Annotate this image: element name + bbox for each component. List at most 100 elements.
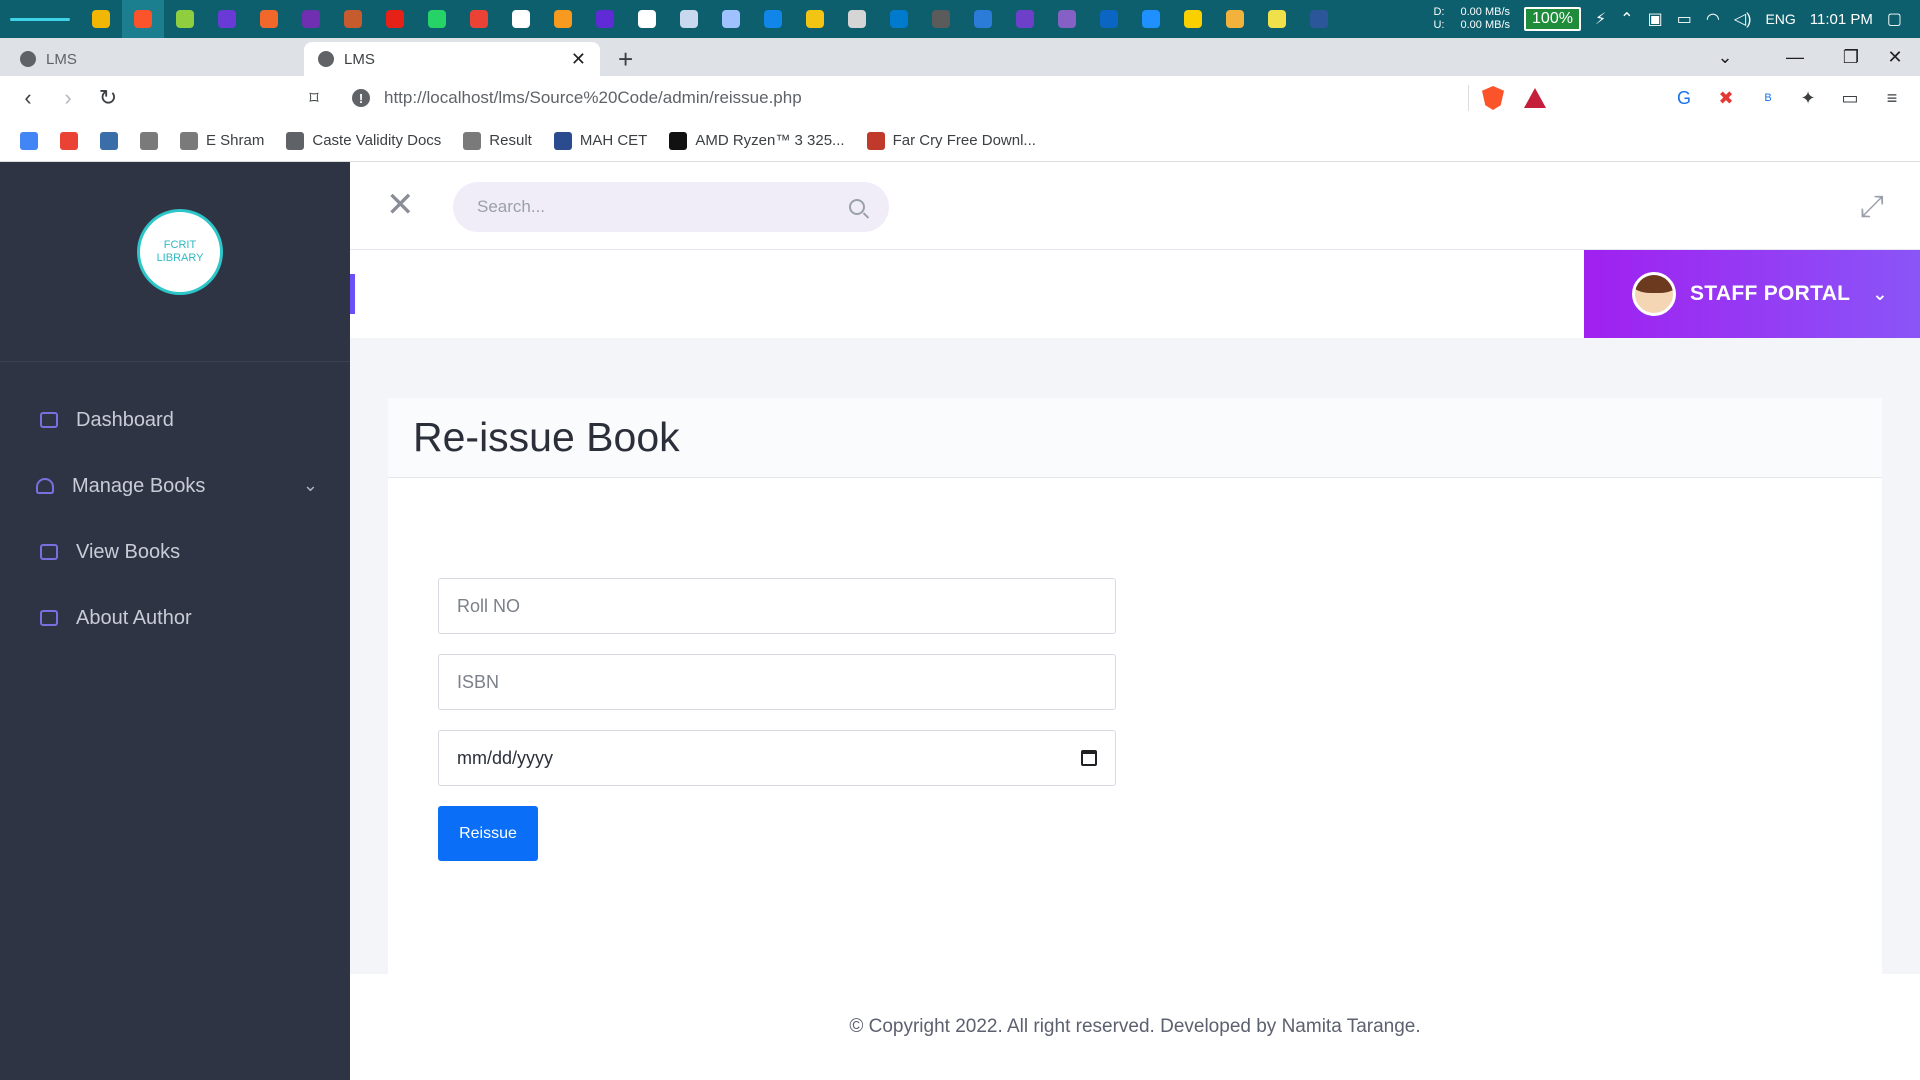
brave-rewards-icon[interactable] [1524,88,1546,108]
back-button[interactable]: ‹ [14,84,42,112]
bookmark-item[interactable] [20,131,38,150]
reload-button[interactable]: ↻ [94,84,122,112]
translate-icon[interactable]: G [1672,86,1696,110]
taskbar-app[interactable] [332,0,374,38]
taskbar-app[interactable] [206,0,248,38]
taskbar-app[interactable] [290,0,332,38]
taskbar-app[interactable] [248,0,290,38]
pinned-apps [80,0,1340,38]
close-tab-icon[interactable]: ✕ [571,49,586,70]
close-icon[interactable]: ✕ [386,188,415,222]
taskbar-app[interactable] [500,0,542,38]
clock[interactable]: 11:01 PM [1810,11,1873,28]
tab-lms-1[interactable]: LMS [6,42,302,76]
new-tab-button[interactable]: + [618,44,633,75]
app-icon [134,10,152,28]
language-indicator[interactable]: ENG [1765,11,1795,27]
top-header: ✕ ⤢ [350,162,1920,250]
start-indicator [10,17,70,21]
battery-icon[interactable]: ▭ [1677,9,1692,29]
app-icon [638,10,656,28]
taskbar-app[interactable] [416,0,458,38]
taskbar-app[interactable] [878,0,920,38]
roll-no-input[interactable] [457,595,1097,617]
display-icon[interactable]: ▣ [1648,9,1663,29]
taskbar-app[interactable] [374,0,416,38]
bookmark-item[interactable]: Caste Validity Docs [286,131,441,150]
battery-indicator[interactable]: 100% [1524,7,1581,31]
bookmark-item[interactable] [60,131,78,150]
gamepad-icon [866,131,885,150]
menu-icon[interactable]: ≡ [1880,86,1904,110]
taskbar-app[interactable] [752,0,794,38]
sidebar: FCRIT LIBRARY Dashboard Manage Books ⌄ V… [0,162,350,1080]
search-icon[interactable] [849,199,865,215]
calendar-icon[interactable] [1081,750,1097,766]
sidebar-item-about-author[interactable]: About Author [0,585,350,651]
start-button[interactable] [0,0,80,38]
plug-icon: ⚡ [1594,11,1607,28]
notification-icon[interactable]: ▢ [1887,9,1902,29]
taskbar-app[interactable] [794,0,836,38]
taskbar-app[interactable] [1214,0,1256,38]
app-icon [1142,10,1160,28]
bookmark-item[interactable]: E Shram [180,131,264,150]
date-input[interactable]: mm/dd/yyyy [438,730,1116,786]
taskbar-app[interactable] [542,0,584,38]
sidebar-item-manage-books[interactable]: Manage Books ⌄ [0,453,350,519]
fullscreen-icon[interactable]: ⤢ [1860,190,1884,224]
extension-b-icon[interactable]: B [1756,86,1780,110]
taskbar-app[interactable] [1172,0,1214,38]
tab-search-icon[interactable]: ⌄ [1700,38,1750,76]
tab-lms-2[interactable]: LMS ✕ [304,42,600,76]
wifi-icon[interactable]: ◠ [1706,9,1720,29]
staff-portal-menu[interactable]: STAFF PORTAL ⌄ [1584,250,1920,338]
taskbar-app[interactable] [458,0,500,38]
bookmark-item[interactable] [140,131,158,150]
taskbar-app[interactable] [1130,0,1172,38]
app-icon [1016,10,1034,28]
library-logo[interactable]: FCRIT LIBRARY [137,209,223,295]
taskbar-app[interactable] [1256,0,1298,38]
bookmark-item[interactable]: Result [463,131,532,150]
taskbar-app[interactable] [1046,0,1088,38]
taskbar-app[interactable] [80,0,122,38]
app-icon [890,10,908,28]
taskbar-app[interactable] [122,0,164,38]
taskbar-app[interactable] [1088,0,1130,38]
taskbar-app[interactable] [1004,0,1046,38]
info-icon[interactable]: ! [352,89,370,107]
bookmark-item[interactable]: AMD Ryzen™ 3 325... [669,131,845,150]
reissue-button[interactable]: Reissue [438,806,538,861]
download-label: D: [1433,6,1445,18]
isbn-input[interactable] [457,671,1097,693]
taskbar-app[interactable] [584,0,626,38]
forward-button[interactable]: › [54,84,82,112]
extension-x-icon[interactable]: ✖ [1714,86,1738,110]
taskbar-app[interactable] [836,0,878,38]
puzzle-icon[interactable]: ✦ [1796,86,1820,110]
taskbar-app[interactable] [962,0,1004,38]
volume-icon[interactable]: ◁) [1734,9,1752,29]
taskbar-app[interactable] [710,0,752,38]
restore-button[interactable]: ❐ [1826,38,1876,76]
taskbar-app[interactable] [920,0,962,38]
taskbar-app[interactable] [626,0,668,38]
close-window-button[interactable]: ✕ [1870,38,1920,76]
chevron-up-icon[interactable]: ⌃ [1620,9,1633,29]
avatar [1632,272,1676,316]
sidebar-item-dashboard[interactable]: Dashboard [0,387,350,453]
search-input[interactable] [477,197,849,217]
taskbar-app[interactable] [668,0,710,38]
bookmark-item[interactable] [100,131,118,150]
bookmark-item[interactable]: MAH CET [553,131,647,150]
minimize-button[interactable]: — [1770,38,1820,76]
taskbar-app[interactable] [1298,0,1340,38]
taskbar-app[interactable] [164,0,206,38]
sidebar-item-view-books[interactable]: View Books [0,519,350,585]
wallet-icon[interactable]: ▭ [1838,86,1862,110]
bookmark-item[interactable]: Far Cry Free Downl... [866,131,1036,150]
address-bar[interactable]: ! http://localhost/lms/Source%20Code/adm… [334,81,1558,115]
bookmark-icon[interactable]: ⌑ [300,84,328,112]
chevron-down-icon[interactable]: ⌄ [303,475,318,496]
